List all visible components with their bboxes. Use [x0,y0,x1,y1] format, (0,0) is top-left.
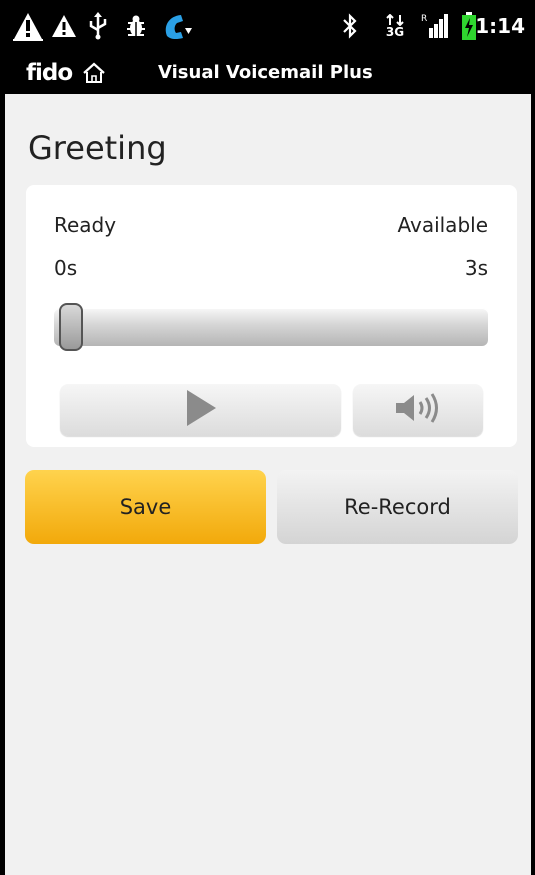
warning-icon [12,8,44,44]
page-title: Greeting [28,129,167,167]
debug-icon [124,8,148,44]
status-label: Ready [54,213,117,237]
app-title: Visual Voicemail Plus [158,62,373,83]
speaker-button[interactable] [353,384,483,436]
home-icon[interactable] [82,61,106,89]
title-bar: fido Visual Voicemail Plus [0,52,535,94]
speaker-icon [392,391,444,429]
play-icon [184,388,218,432]
bluetooth-icon [340,8,360,44]
data-3g-icon: 3G [383,8,407,44]
frame-edge-left [0,94,5,875]
play-button[interactable] [60,384,341,436]
status-bar: 3G R 1:14 [0,0,535,52]
warning-icon [50,8,78,44]
status-clock: 1:14 [475,14,525,38]
usb-icon [86,8,110,44]
frame-edge-right [531,94,535,875]
call-icon [160,8,194,44]
svg-text:R: R [421,14,427,24]
rerecord-button[interactable]: Re-Record [277,470,518,544]
seek-bar[interactable] [54,308,488,346]
elapsed-time: 0s [54,256,78,280]
available-time: 3s [464,256,488,280]
seek-thumb[interactable] [59,303,83,351]
save-button[interactable]: Save [25,470,266,544]
brand-logo: fido [26,60,73,86]
available-label: Available [397,213,488,237]
signal-icon: R [419,8,449,44]
